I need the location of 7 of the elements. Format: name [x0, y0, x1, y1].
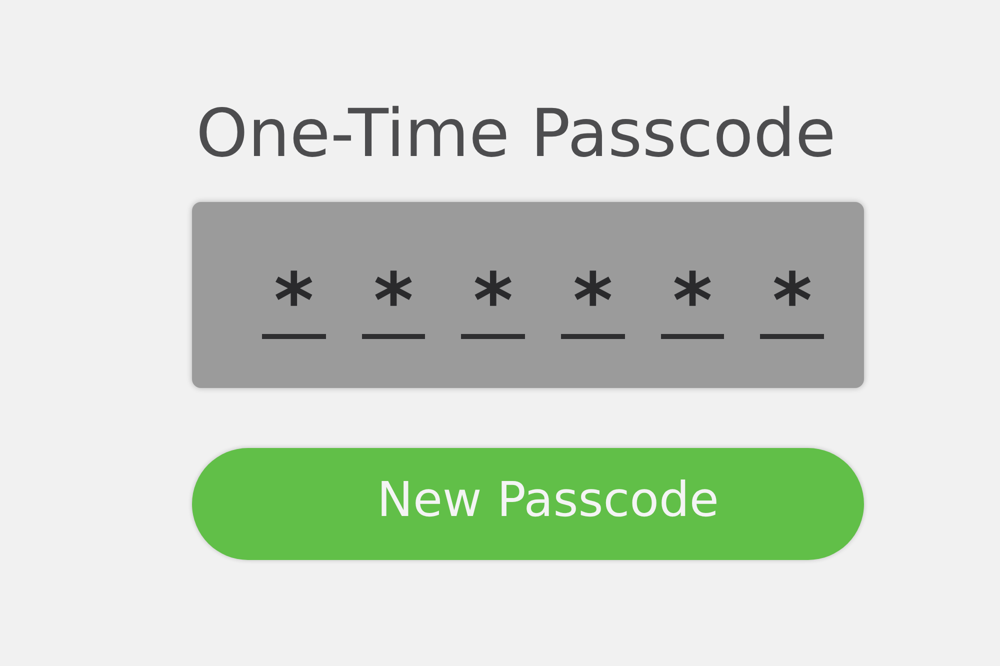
digit-field[interactable]: *	[760, 251, 824, 339]
digit-field[interactable]: *	[362, 251, 426, 339]
digit-field[interactable]: *	[660, 251, 724, 339]
page-title: One-Time Passcode	[196, 94, 837, 174]
digit-field[interactable]: *	[262, 251, 326, 339]
digit-field[interactable]: *	[461, 251, 526, 339]
digit-field[interactable]: *	[561, 251, 625, 339]
